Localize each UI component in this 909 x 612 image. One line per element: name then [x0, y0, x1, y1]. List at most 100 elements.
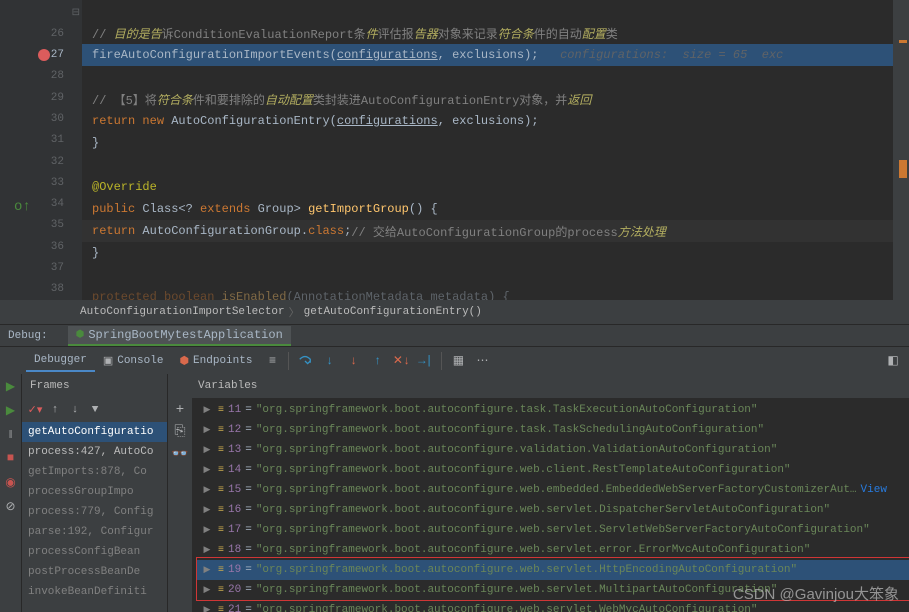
expand-arrow-icon[interactable]: ▶: [200, 425, 214, 435]
field-icon: ≡: [218, 545, 224, 556]
frame-item[interactable]: postProcessBeanDe: [22, 562, 167, 582]
expand-arrow-icon[interactable]: ▶: [200, 545, 214, 555]
field-icon: ≡: [218, 565, 224, 576]
var-value: "org.springframework.boot.autoconfigure.…: [256, 564, 797, 576]
variables-list[interactable]: ▶≡11 = "org.springframework.boot.autocon…: [168, 398, 909, 612]
step-over-button[interactable]: [295, 351, 315, 371]
variable-row[interactable]: ▶≡20 = "org.springframework.boot.autocon…: [196, 580, 909, 600]
frame-item[interactable]: parse:192, Configur: [22, 522, 167, 542]
code-editor: ⊟ 26 27 28 29 30 31 32 33 o↑34 35 36 37 …: [0, 0, 909, 300]
gutter-line[interactable]: 30: [0, 108, 82, 129]
step-out-button[interactable]: ↑: [367, 351, 387, 371]
gutter-line[interactable]: 31: [0, 130, 82, 151]
field-icon: ≡: [218, 605, 224, 612]
variable-row[interactable]: ▶≡13 = "org.springframework.boot.autocon…: [196, 440, 909, 460]
variables-toolbar: + ⎘ 👓: [168, 398, 192, 612]
pause-button[interactable]: ‖: [3, 426, 19, 442]
expand-arrow-icon[interactable]: ▶: [200, 485, 214, 495]
prev-frame-button[interactable]: ↑: [46, 401, 64, 419]
frame-item[interactable]: getImports:878, Co: [22, 462, 167, 482]
view-breakpoints-button[interactable]: ◉: [3, 474, 19, 490]
glasses-icon[interactable]: 👓: [172, 446, 188, 462]
var-value: "org.springframework.boot.autoconfigure.…: [256, 504, 830, 516]
frames-panel: Frames ✓▾ ↑ ↓ ▼ getAutoConfiguratioproce…: [22, 374, 168, 612]
gutter-line[interactable]: ⊟: [0, 2, 82, 23]
warning-stripe-icon[interactable]: [899, 40, 907, 43]
frame-item[interactable]: process:427, AutoCo: [22, 442, 167, 462]
variable-row[interactable]: ▶≡11 = "org.springframework.boot.autocon…: [196, 400, 909, 420]
variable-row[interactable]: ▶≡16 = "org.springframework.boot.autocon…: [196, 500, 909, 520]
gutter-line[interactable]: 28: [0, 66, 82, 87]
gutter-line[interactable]: 35: [0, 215, 82, 236]
thread-selector-button[interactable]: ✓▾: [26, 401, 44, 419]
frame-item[interactable]: processConfigBean: [22, 542, 167, 562]
expand-arrow-icon[interactable]: ▶: [200, 465, 214, 475]
filter-frames-button[interactable]: ▼: [86, 401, 104, 419]
next-frame-button[interactable]: ↓: [66, 401, 84, 419]
gutter-line[interactable]: 32: [0, 151, 82, 172]
copy-button[interactable]: ⎘: [172, 424, 188, 440]
variable-row[interactable]: ▶≡17 = "org.springframework.boot.autocon…: [196, 520, 909, 540]
evaluate-expression-button[interactable]: ▦: [448, 351, 468, 371]
variable-row[interactable]: ▶≡18 = "org.springframework.boot.autocon…: [196, 540, 909, 560]
expand-arrow-icon[interactable]: ▶: [200, 565, 214, 575]
resume-button[interactable]: ▶: [3, 402, 19, 418]
var-index: 18: [228, 544, 241, 556]
code-content[interactable]: // 目的是告诉ConditionEvaluationReport条件评估报告器…: [82, 0, 909, 300]
breakpoint-icon[interactable]: [38, 49, 50, 61]
override-marker-icon[interactable]: o↑: [14, 199, 24, 209]
expand-arrow-icon[interactable]: ▶: [200, 605, 214, 612]
step-into-button[interactable]: ↓: [319, 351, 339, 371]
variable-row[interactable]: ▶≡12 = "org.springframework.boot.autocon…: [196, 420, 909, 440]
breadcrumb-item[interactable]: AutoConfigurationImportSelector: [80, 306, 285, 318]
gutter-line-breakpoint[interactable]: 27: [0, 45, 82, 66]
gutter-line[interactable]: 26: [0, 23, 82, 44]
frames-list[interactable]: getAutoConfiguratioprocess:427, AutoCoge…: [22, 422, 167, 612]
variable-row[interactable]: ▶≡19 = "org.springframework.boot.autocon…: [196, 560, 909, 580]
gutter-line[interactable]: 33: [0, 172, 82, 193]
gutter-line[interactable]: 37: [0, 257, 82, 278]
variable-row[interactable]: ▶≡21 = "org.springframework.boot.autocon…: [196, 600, 909, 612]
gutter-line[interactable]: 38: [0, 279, 82, 300]
field-icon: ≡: [218, 505, 224, 516]
drop-frame-button[interactable]: ✕↓: [391, 351, 411, 371]
gutter-line[interactable]: o↑34: [0, 194, 82, 215]
var-index: 14: [228, 464, 241, 476]
gutter-line[interactable]: 29: [0, 87, 82, 108]
current-execution-line: fireAutoConfigurationImportEvents(config…: [82, 44, 909, 66]
frame-item[interactable]: processGroupImpo: [22, 482, 167, 502]
gutter-line[interactable]: 36: [0, 236, 82, 257]
var-index: 12: [228, 424, 241, 436]
menu-icon[interactable]: [899, 160, 907, 178]
force-step-into-button[interactable]: ↓: [343, 351, 363, 371]
mute-breakpoints-button[interactable]: ⊘: [3, 498, 19, 514]
frame-item[interactable]: getAutoConfiguratio: [22, 422, 167, 442]
rerun-button[interactable]: ▶: [3, 378, 19, 394]
error-stripe-gutter[interactable]: [893, 0, 909, 300]
tab-endpoints[interactable]: ⬢Endpoints: [171, 350, 260, 372]
tab-console[interactable]: ▣Console: [95, 350, 172, 372]
breadcrumb-item[interactable]: getAutoConfigurationEntry(): [304, 306, 482, 318]
tab-debugger[interactable]: Debugger: [26, 350, 95, 372]
expand-arrow-icon[interactable]: ▶: [200, 445, 214, 455]
expand-arrow-icon[interactable]: ▶: [200, 505, 214, 515]
stop-button[interactable]: ■: [3, 450, 19, 466]
chevron-right-icon: 〉: [289, 304, 300, 320]
expand-arrow-icon[interactable]: ▶: [200, 525, 214, 535]
debug-side-toolbar: ▶ ▶ ‖ ■ ◉ ⊘: [0, 374, 22, 612]
fold-icon[interactable]: ⊟: [72, 7, 80, 19]
run-configuration-tab[interactable]: ⬢ SpringBootMytestApplication: [68, 326, 291, 346]
threads-button[interactable]: ≡: [262, 351, 282, 371]
variable-row[interactable]: ▶≡14 = "org.springframework.boot.autocon…: [196, 460, 909, 480]
frame-item[interactable]: process:779, Config: [22, 502, 167, 522]
new-watch-button[interactable]: +: [172, 402, 188, 418]
layout-settings-button[interactable]: ◧: [883, 351, 903, 371]
frame-item[interactable]: invokeBeanDefiniti: [22, 582, 167, 602]
expand-arrow-icon[interactable]: ▶: [200, 585, 214, 595]
variable-row[interactable]: ▶≡15 = "org.springframework.boot.autocon…: [196, 480, 909, 500]
more-button[interactable]: ⋯: [472, 351, 492, 371]
expand-arrow-icon[interactable]: ▶: [200, 405, 214, 415]
run-to-cursor-button[interactable]: →|: [415, 351, 435, 371]
view-link[interactable]: View: [861, 484, 887, 496]
var-value: "org.springframework.boot.autoconfigure.…: [256, 424, 764, 436]
